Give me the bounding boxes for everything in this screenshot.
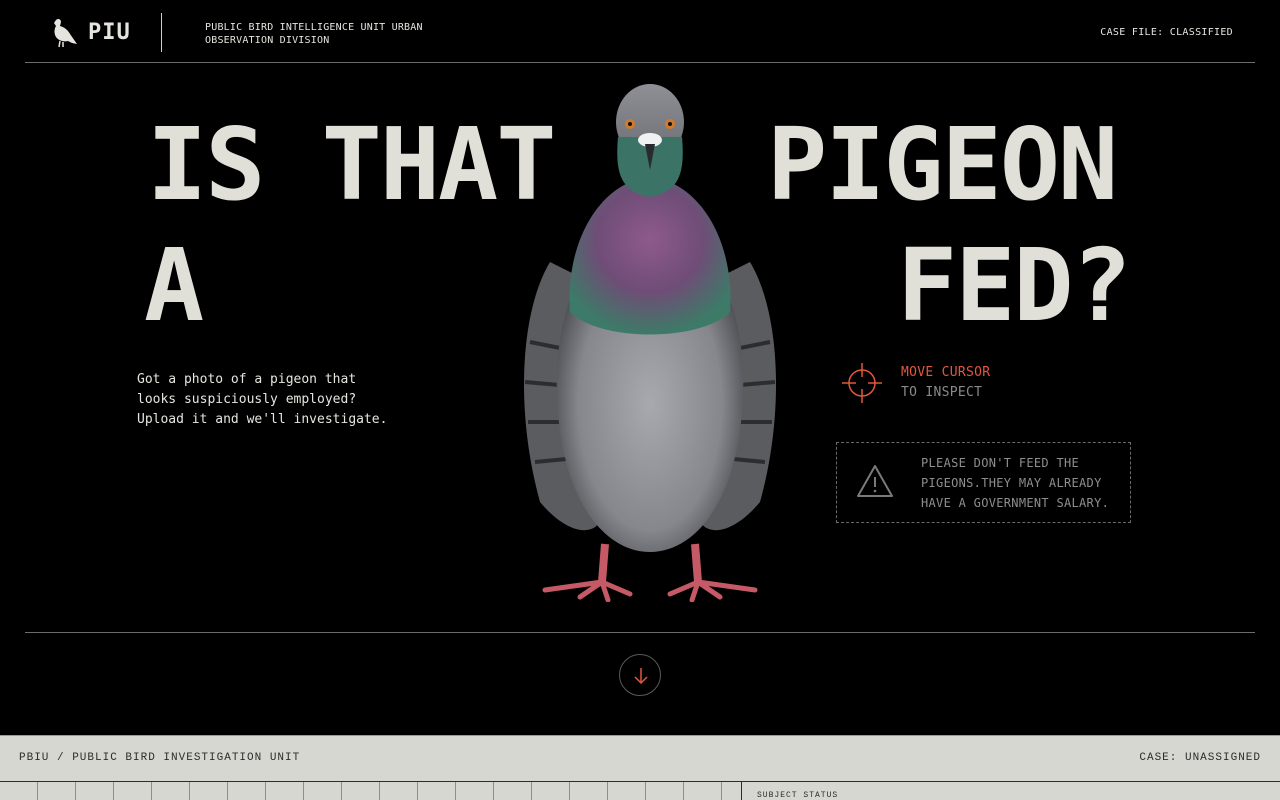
warning-box: PLEASE DON'T FEED THE PIGEONS.THEY MAY A… <box>836 442 1131 523</box>
case-bar-title: PBIU / PUBLIC BIRD INVESTIGATION UNIT <box>19 752 301 764</box>
headline-is-that: IS THAT <box>147 106 556 223</box>
headline-a: A <box>144 227 204 344</box>
intro-text: Got a photo of a pigeon that looks suspi… <box>137 370 397 430</box>
section-divider <box>25 632 1255 633</box>
crosshair-icon <box>842 363 882 403</box>
intro-line-2: looks suspiciously employed? <box>137 392 357 407</box>
intro-line-3: Upload it and we'll investigate. <box>137 412 388 427</box>
case-bar: PBIU / PUBLIC BIRD INVESTIGATION UNIT CA… <box>0 735 1280 781</box>
logo-text[interactable]: PIU <box>88 20 131 45</box>
warning-triangle-icon <box>857 465 893 497</box>
warning-text: PLEASE DON'T FEED THE PIGEONS.THEY MAY A… <box>921 453 1121 513</box>
case-status: CASE: UNASSIGNED <box>1139 752 1261 764</box>
evidence-grid: SUBJECT STATUS <box>0 781 1280 800</box>
headline-fed: FED? <box>897 227 1132 344</box>
header-description: PUBLIC BIRD INTELLIGENCE UNIT URBAN OBSE… <box>205 22 423 46</box>
header: PIU PUBLIC BIRD INTELLIGENCE UNIT URBAN … <box>25 0 1255 63</box>
case-file-status: CASE FILE: CLASSIFIED <box>1100 27 1233 38</box>
subject-status-label: SUBJECT STATUS <box>757 791 839 800</box>
pigeon-image[interactable] <box>510 82 790 602</box>
warning-line-1: PLEASE DON'T FEED THE <box>921 456 1080 470</box>
grid-cells <box>0 782 742 800</box>
warning-line-2: PIGEONS.THEY MAY ALREADY <box>921 476 1102 490</box>
header-divider <box>161 13 162 52</box>
arrow-down-icon <box>634 668 648 685</box>
inspect-hint: TO INSPECT <box>901 385 983 400</box>
scroll-down-button[interactable] <box>619 654 661 696</box>
page: PIU PUBLIC BIRD INTELLIGENCE UNIT URBAN … <box>0 0 1280 800</box>
inspect-action: MOVE CURSOR <box>901 365 991 380</box>
pigeon-icon <box>54 18 77 48</box>
intro-line-1: Got a photo of a pigeon that <box>137 372 357 387</box>
warning-line-3: HAVE A GOVERNMENT SALARY. <box>921 496 1110 510</box>
headline-pigeon: PIGEON <box>767 106 1118 223</box>
